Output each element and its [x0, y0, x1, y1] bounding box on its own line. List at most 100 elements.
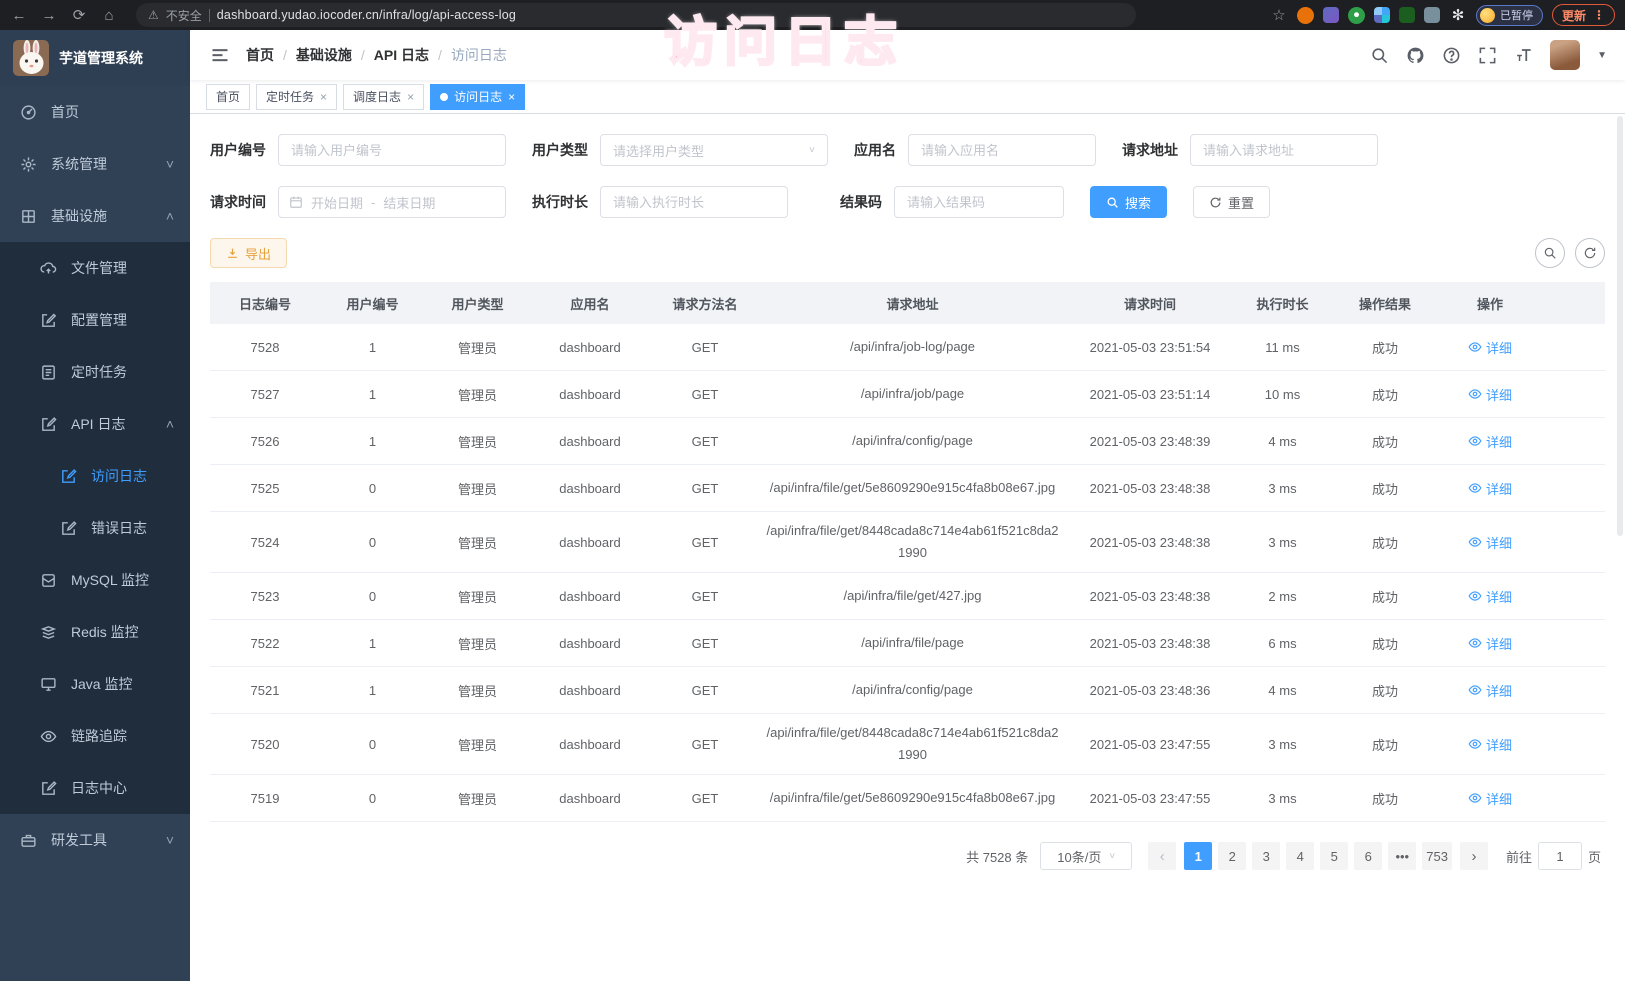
extension-icon[interactable]	[1323, 7, 1339, 23]
prev-page-button[interactable]: ‹	[1148, 842, 1176, 870]
sidebar-item-home[interactable]: 首页	[0, 86, 190, 138]
sidebar-item-scheduled-jobs[interactable]: 定时任务	[0, 346, 190, 398]
detail-link[interactable]: 详细	[1468, 789, 1512, 808]
tab-home[interactable]: 首页	[206, 84, 250, 110]
extension-icon[interactable]	[1399, 7, 1415, 23]
font-size-icon[interactable]	[1514, 46, 1533, 65]
sidebar-item-dev-tools[interactable]: 研发工具 ˅	[0, 814, 190, 866]
reload-icon[interactable]: ⟳	[70, 6, 88, 24]
toggle-search-button[interactable]	[1535, 238, 1565, 268]
extension-icon[interactable]	[1348, 7, 1365, 24]
app-name-input[interactable]	[908, 134, 1096, 166]
github-icon[interactable]	[1406, 46, 1425, 65]
bookmark-star-icon[interactable]: ☆	[1270, 6, 1288, 24]
refresh-table-button[interactable]	[1575, 238, 1605, 268]
cell-app-name: dashboard	[530, 667, 650, 713]
eye-icon	[1468, 791, 1482, 805]
scrollbar[interactable]	[1617, 116, 1623, 536]
cell-request-time: 2021-05-03 23:48:38	[1065, 512, 1235, 572]
sidebar-item-api-log[interactable]: API 日志 ˄	[0, 398, 190, 450]
paused-extension-badge[interactable]: 已暂停	[1476, 5, 1543, 26]
detail-link[interactable]: 详细	[1468, 587, 1512, 606]
extension-icon[interactable]	[1374, 7, 1390, 23]
detail-link[interactable]: 详细	[1468, 735, 1512, 754]
browser-update-button[interactable]: 更新 ⋮	[1552, 4, 1615, 26]
sidebar-item-label: 错误日志	[91, 518, 147, 538]
goto-label: 前往	[1506, 847, 1532, 866]
tags-view-bar: 首页 定时任务× 调度日志× 访问日志×	[190, 80, 1625, 114]
hamburger-icon[interactable]	[210, 45, 230, 65]
sidebar-item-infra[interactable]: 基础设施 ˄	[0, 190, 190, 242]
tab-scheduled-jobs[interactable]: 定时任务×	[256, 84, 337, 110]
user-type-select[interactable]: 请选择用户类型 ˅	[600, 134, 828, 166]
user-id-input[interactable]	[278, 134, 506, 166]
page-button[interactable]: 2	[1218, 842, 1246, 870]
back-icon[interactable]: ←	[10, 6, 28, 24]
sidebar-item-java-monitor[interactable]: Java 监控	[0, 658, 190, 710]
page-size-select[interactable]: 10条/页 ˅	[1040, 842, 1132, 870]
chrome-menu-icon[interactable]: ⋮	[1593, 8, 1605, 22]
reset-button[interactable]: 重置	[1193, 186, 1270, 218]
detail-link[interactable]: 详细	[1468, 533, 1512, 552]
page-button[interactable]: •••	[1388, 842, 1416, 870]
redis-icon	[40, 624, 57, 641]
close-icon[interactable]: ×	[320, 90, 327, 104]
cell-result: 成功	[1330, 667, 1440, 713]
detail-link[interactable]: 详细	[1468, 634, 1512, 653]
tab-schedule-log[interactable]: 调度日志×	[343, 84, 424, 110]
page-button[interactable]: 1	[1184, 842, 1212, 870]
detail-link[interactable]: 详细	[1468, 338, 1512, 357]
cell-app-name: dashboard	[530, 620, 650, 666]
refresh-icon	[1209, 196, 1222, 209]
sidebar-item-error-log[interactable]: 错误日志	[0, 502, 190, 554]
sidebar-item-trace[interactable]: 链路追踪	[0, 710, 190, 762]
search-icon[interactable]	[1370, 46, 1389, 65]
request-time-range-picker[interactable]: 开始日期 - 结束日期	[278, 186, 506, 218]
page-button[interactable]: 6	[1354, 842, 1382, 870]
sidebar-item-system[interactable]: 系统管理 ˅	[0, 138, 190, 190]
table-row: 7522 1 管理员 dashboard GET /api/infra/file…	[210, 620, 1605, 667]
page-button[interactable]: 3	[1252, 842, 1280, 870]
next-page-button[interactable]: ›	[1460, 842, 1488, 870]
detail-link[interactable]: 详细	[1468, 385, 1512, 404]
page-button[interactable]: 4	[1286, 842, 1314, 870]
address-bar[interactable]: ⚠ 不安全 dashboard.yudao.iocoder.cn/infra/l…	[136, 3, 1136, 27]
forward-icon[interactable]: →	[40, 6, 58, 24]
sidebar-item-access-log[interactable]: 访问日志	[0, 450, 190, 502]
extension-pinwheel-icon[interactable]: ✻	[1449, 6, 1467, 24]
export-button[interactable]: 导出	[210, 238, 287, 268]
breadcrumb-infra[interactable]: 基础设施	[296, 45, 352, 65]
duration-input[interactable]	[600, 186, 788, 218]
extension-icon[interactable]	[1297, 7, 1314, 24]
detail-link[interactable]: 详细	[1468, 479, 1512, 498]
page-button[interactable]: 753	[1422, 842, 1452, 870]
fullscreen-icon[interactable]	[1478, 46, 1497, 65]
user-avatar[interactable]	[1550, 40, 1580, 70]
search-button[interactable]: 搜索	[1090, 186, 1167, 218]
close-icon[interactable]: ×	[508, 90, 515, 104]
result-code-input[interactable]	[894, 186, 1064, 218]
sidebar-item-redis-monitor[interactable]: Redis 监控	[0, 606, 190, 658]
detail-link[interactable]: 详细	[1468, 681, 1512, 700]
sidebar-item-file-manage[interactable]: 文件管理	[0, 242, 190, 294]
extension-icon[interactable]	[1424, 7, 1440, 23]
breadcrumb: 首页 / 基础设施 / API 日志 / 访问日志	[246, 45, 507, 65]
help-icon[interactable]	[1442, 46, 1461, 65]
sidebar-item-mysql-monitor[interactable]: MySQL 监控	[0, 554, 190, 606]
gear-icon	[20, 156, 37, 173]
sidebar-item-config-manage[interactable]: 配置管理	[0, 294, 190, 346]
cell-app-name: dashboard	[530, 714, 650, 774]
close-icon[interactable]: ×	[407, 90, 414, 104]
request-url-input[interactable]	[1190, 134, 1378, 166]
breadcrumb-api-log[interactable]: API 日志	[374, 45, 429, 65]
sidebar-item-log-center[interactable]: 日志中心	[0, 762, 190, 814]
reset-button-label: 重置	[1228, 193, 1254, 212]
breadcrumb-home[interactable]: 首页	[246, 45, 274, 65]
chevron-down-icon[interactable]: ▼	[1597, 50, 1607, 61]
page-button[interactable]: 5	[1320, 842, 1348, 870]
tab-access-log[interactable]: 访问日志×	[430, 84, 525, 110]
cell-result: 成功	[1330, 714, 1440, 774]
detail-link[interactable]: 详细	[1468, 432, 1512, 451]
goto-page-input[interactable]	[1538, 842, 1582, 870]
home-icon[interactable]: ⌂	[100, 6, 118, 24]
